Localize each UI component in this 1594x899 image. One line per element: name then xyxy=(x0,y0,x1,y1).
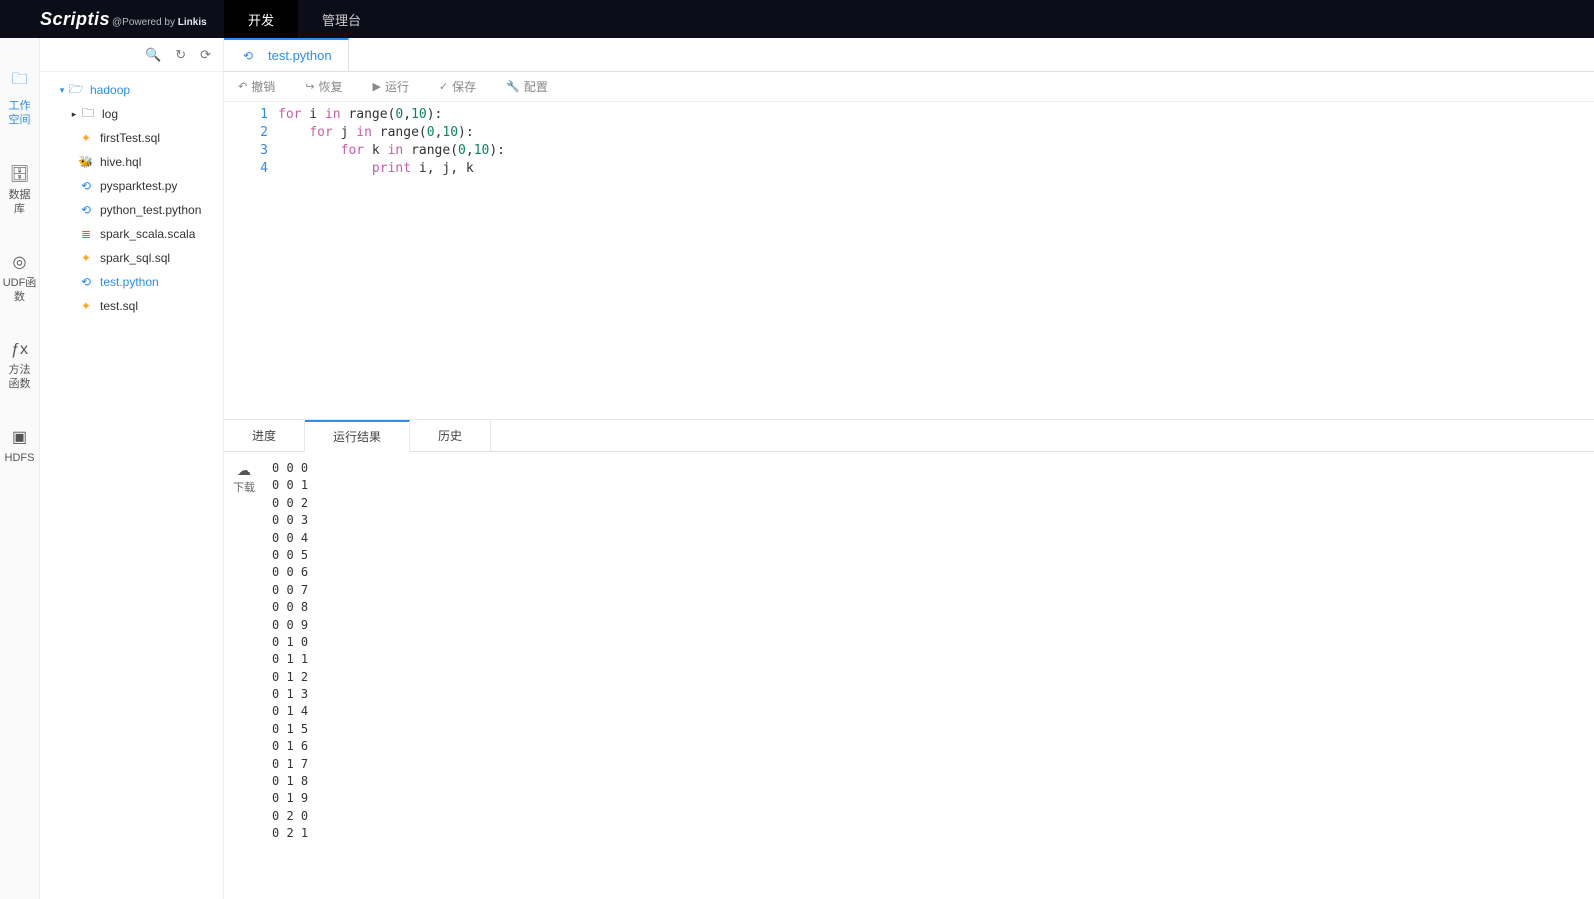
code-area[interactable]: for i in range(0,10): for j in range(0,1… xyxy=(278,102,1594,419)
output-line: 0 2 1 xyxy=(272,825,1594,842)
brand-name: Scriptis xyxy=(40,9,110,30)
output-line: 0 0 5 xyxy=(272,547,1594,564)
search-icon[interactable]: 🔍 xyxy=(145,47,161,63)
line-number: 3 xyxy=(224,142,268,160)
output-line: 0 0 6 xyxy=(272,564,1594,581)
top-bar: Scriptis @Powered by Linkis 开发管理台 xyxy=(0,0,1594,38)
line-gutter: 1234 xyxy=(224,102,278,419)
output-line: 0 1 6 xyxy=(272,738,1594,755)
output-line: 0 1 5 xyxy=(272,721,1594,738)
download-label[interactable]: 下载 xyxy=(233,482,255,494)
output-line: 0 0 8 xyxy=(272,599,1594,616)
output-line: 0 1 1 xyxy=(272,651,1594,668)
python-file-icon: ⟲ xyxy=(78,202,94,218)
tree-folder-log[interactable]: ▸🗀log xyxy=(40,102,223,126)
file-tab-active[interactable]: ⟲ test.python xyxy=(224,38,349,71)
output-line: 0 1 9 xyxy=(272,790,1594,807)
code-editor[interactable]: 1234 for i in range(0,10): for j in rang… xyxy=(224,102,1594,420)
refresh-icon[interactable]: ⟳ xyxy=(200,47,211,63)
tree-folder-hadoop[interactable]: ▾🗁hadoop xyxy=(40,78,223,102)
rail-item-udf-icon[interactable]: ◎UDF函数 xyxy=(0,252,40,305)
code-line[interactable]: for k in range(0,10): xyxy=(278,142,1594,160)
result-body: ☁ 下载 0 0 00 0 10 0 20 0 30 0 40 0 50 0 6… xyxy=(224,452,1594,899)
action-保存[interactable]: ✓保存 xyxy=(439,78,476,95)
hive-file-icon: 🐝 xyxy=(78,154,94,170)
result-tab-历史[interactable]: 历史 xyxy=(410,420,491,451)
action-运行[interactable]: ▶运行 xyxy=(372,78,408,95)
output-line: 0 1 0 xyxy=(272,634,1594,651)
output-line: 0 1 7 xyxy=(272,756,1594,773)
output-line: 0 1 4 xyxy=(272,703,1594,720)
sql-file-icon: ✦ xyxy=(78,130,94,146)
caret-down-icon: ▾ xyxy=(58,85,66,96)
brand-powered: @Powered by Linkis xyxy=(112,17,207,28)
python-file-icon: ⟲ xyxy=(78,178,94,194)
output-line: 0 1 3 xyxy=(272,686,1594,703)
tree-file-spark_scala.scala[interactable]: ≣spark_scala.scala xyxy=(40,222,223,246)
database-icon: 🗄 xyxy=(0,164,40,184)
tree-file-pysparktest.py[interactable]: ⟲pysparktest.py xyxy=(40,174,223,198)
spark-file-icon: ≣ xyxy=(78,226,94,242)
result-tab-bar: 进度运行结果历史 xyxy=(224,420,1594,452)
output-line: 0 0 1 xyxy=(272,477,1594,494)
code-line[interactable]: print i, j, k xyxy=(278,160,1594,178)
nav-tab-管理台[interactable]: 管理台 xyxy=(298,0,385,38)
left-rail: 🗀工作空间 🗄数据库 ◎UDF函数 ƒx方法函数 ▣HDFS xyxy=(0,38,40,899)
result-tab-进度[interactable]: 进度 xyxy=(224,420,305,451)
python-icon: ⟲ xyxy=(240,48,256,64)
tree-file-hive.hql[interactable]: 🐝hive.hql xyxy=(40,150,223,174)
caret-right-icon: ▸ xyxy=(70,109,78,120)
editor-action-bar: ↶撤销 ↪恢复 ▶运行 ✓保存 🔧配置 xyxy=(224,72,1594,102)
file-tree-panel: 🔍 ↻ ⟳ ▾🗁hadoop▸🗀log✦firstTest.sql🐝hive.h… xyxy=(40,38,224,899)
logo: Scriptis @Powered by Linkis xyxy=(0,9,224,30)
download-icon[interactable]: ☁ xyxy=(224,462,264,479)
function-icon: ƒx xyxy=(0,341,40,359)
result-side-tools: ☁ 下载 xyxy=(224,452,264,899)
tree-file-test.sql[interactable]: ✦test.sql xyxy=(40,294,223,318)
sql-file-icon: ✦ xyxy=(78,298,94,314)
main-area: ⟲ test.python ↶撤销 ↪恢复 ▶运行 ✓保存 🔧配置 1234 for i… xyxy=(224,38,1594,899)
output-line: 0 0 4 xyxy=(272,530,1594,547)
output-line: 0 2 0 xyxy=(272,808,1594,825)
hdfs-icon: ▣ xyxy=(0,427,40,447)
folder-icon: 🗀 xyxy=(80,106,96,122)
udf-icon: ◎ xyxy=(0,252,40,272)
rail-item-hdfs-icon[interactable]: ▣HDFS xyxy=(0,427,40,465)
output-line: 0 0 2 xyxy=(272,495,1594,512)
line-number: 4 xyxy=(224,160,268,178)
sql-file-icon: ✦ xyxy=(78,250,94,266)
file-tree: ▾🗁hadoop▸🗀log✦firstTest.sql🐝hive.hql⟲pys… xyxy=(40,72,223,899)
output-line: 0 1 8 xyxy=(272,773,1594,790)
output-line: 0 1 2 xyxy=(272,669,1594,686)
output-line: 0 0 0 xyxy=(272,460,1594,477)
code-line[interactable]: for i in range(0,10): xyxy=(278,106,1594,124)
rail-item-function-icon[interactable]: ƒx方法函数 xyxy=(0,341,40,392)
action-恢复[interactable]: ↪恢复 xyxy=(305,78,342,95)
output-line: 0 0 7 xyxy=(272,582,1594,599)
line-number: 2 xyxy=(224,124,268,142)
result-tab-运行结果[interactable]: 运行结果 xyxy=(305,420,410,452)
action-撤销[interactable]: ↶撤销 xyxy=(238,78,275,95)
rail-item-database-icon[interactable]: 🗄数据库 xyxy=(0,164,40,217)
tree-file-firstTest.sql[interactable]: ✦firstTest.sql xyxy=(40,126,223,150)
tree-file-python_test.python[interactable]: ⟲python_test.python xyxy=(40,198,223,222)
action-配置[interactable]: 🔧配置 xyxy=(506,78,548,95)
result-output[interactable]: 0 0 00 0 10 0 20 0 30 0 40 0 50 0 60 0 7… xyxy=(264,452,1594,899)
file-tab-label: test.python xyxy=(268,48,332,63)
output-line: 0 0 9 xyxy=(272,617,1594,634)
code-line[interactable]: for j in range(0,10): xyxy=(278,124,1594,142)
rail-item-folder-icon[interactable]: 🗀工作空间 xyxy=(0,68,40,128)
history-icon[interactable]: ↻ xyxy=(175,47,186,63)
python-file-icon: ⟲ xyxy=(78,274,94,290)
tree-file-spark_sql.sql[interactable]: ✦spark_sql.sql xyxy=(40,246,223,270)
output-line: 0 0 3 xyxy=(272,512,1594,529)
folder-open-icon: 🗁 xyxy=(68,82,84,98)
tree-file-test.python[interactable]: ⟲test.python xyxy=(40,270,223,294)
line-number: 1 xyxy=(224,106,268,124)
tree-toolbar: 🔍 ↻ ⟳ xyxy=(40,38,223,72)
folder-icon: 🗀 xyxy=(0,68,40,95)
file-tab-bar: ⟲ test.python xyxy=(224,38,1594,72)
nav-tab-开发[interactable]: 开发 xyxy=(224,0,298,38)
